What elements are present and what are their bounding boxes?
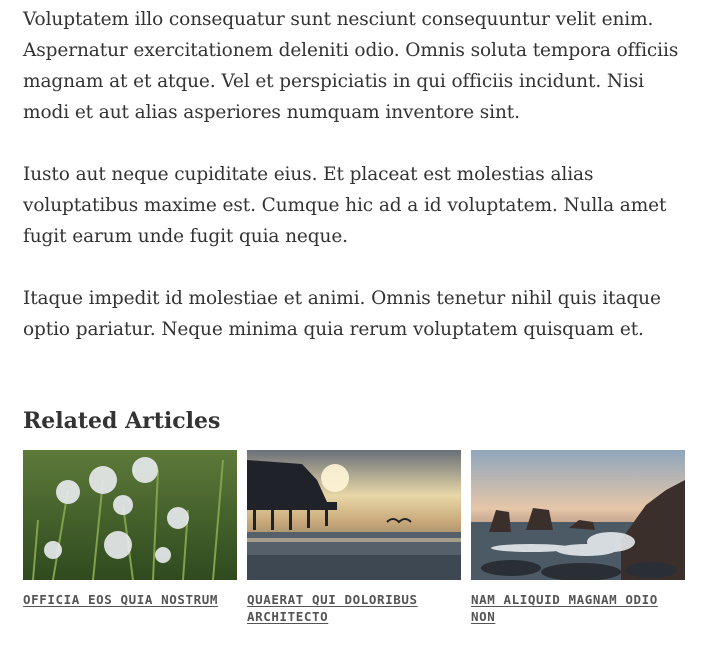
paragraph-2: Iusto aut neque cupiditate eius. Et plac… [23,164,667,247]
related-article-title[interactable]: NAM ALIQUID MAGNAM ODIO NON [471,591,685,625]
rocky-coast-photo[interactable] [471,450,685,580]
paragraph-1: Voluptatem illo consequatur sunt nesciun… [23,9,679,123]
related-article-3[interactable]: NAM ALIQUID MAGNAM ODIO NON [471,450,685,625]
paragraph-3: Itaque impedit id molestiae et animi. Om… [23,288,661,340]
dandelions-photo[interactable] [23,450,237,580]
related-article-2[interactable]: QUAERAT QUI DOLORIBUS ARCHITECTO [247,450,461,625]
related-articles-heading: Related Articles [23,408,221,434]
related-articles-list: OFFICIA EOS QUIA NOSTRUM QUAERAT QUI DOL… [23,450,685,625]
related-article-1[interactable]: OFFICIA EOS QUIA NOSTRUM [23,450,237,625]
related-article-title[interactable]: OFFICIA EOS QUIA NOSTRUM [23,591,237,608]
pier-sunset-photo[interactable] [247,450,461,580]
related-article-title[interactable]: QUAERAT QUI DOLORIBUS ARCHITECTO [247,591,461,625]
article-body: Voluptatem illo consequatur sunt nesciun… [23,0,688,376]
